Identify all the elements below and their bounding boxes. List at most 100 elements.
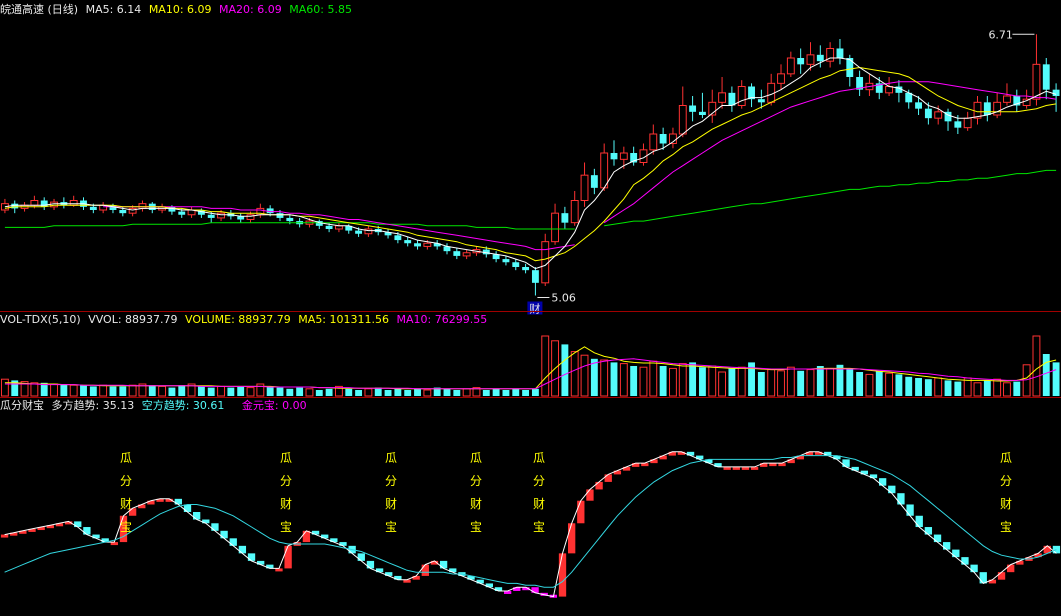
- volume-bar: [689, 362, 697, 396]
- candle-up: [678, 105, 687, 135]
- candle-up: [551, 212, 559, 243]
- volume-bar: [394, 388, 402, 396]
- candle-up: [649, 133, 658, 151]
- volume-bar: [512, 388, 520, 396]
- volume-bar: [915, 378, 922, 396]
- volume-bar: [718, 371, 727, 397]
- low-price-label: 5.06: [551, 292, 576, 305]
- candle-down: [561, 213, 569, 223]
- volume-bar: [659, 366, 667, 396]
- indicator-bar: [192, 512, 201, 520]
- indicator-bar: [888, 485, 896, 494]
- gua-fen-cai-bao-char: 瓜: [1000, 451, 1012, 465]
- candle-down: [816, 54, 824, 62]
- indicator-title: 瓜分财宝: [0, 399, 44, 412]
- gua-fen-cai-bao-char: 财: [385, 497, 397, 511]
- candle-down: [590, 175, 598, 188]
- candle-down: [119, 210, 127, 214]
- volume-bar: [669, 367, 677, 397]
- gua-fen-cai-bao-char: 分: [533, 474, 545, 488]
- gua-fen-cai-bao-char: 宝: [1000, 520, 1012, 534]
- volume-bar: [315, 390, 323, 396]
- gua-fen-cai-bao-char: 瓜: [280, 451, 292, 465]
- gua-fen-cai-bao-char: 瓜: [533, 451, 545, 465]
- indicator-bar: [906, 504, 914, 516]
- indicator-bar: [933, 534, 942, 543]
- indicator-bar: [997, 572, 1006, 580]
- candle-down: [915, 102, 922, 109]
- gua-fen-cai-bao-char: 瓜: [470, 451, 482, 465]
- volume-bar: [698, 367, 706, 396]
- indicator-bar: [842, 459, 850, 467]
- gua-fen-cai-bao-char: 宝: [120, 520, 132, 534]
- gua-fen-cai-bao-char: 分: [470, 474, 482, 488]
- candle-down: [924, 108, 932, 119]
- candle-up: [993, 101, 1002, 116]
- candle-down: [512, 262, 520, 267]
- volume-bar: [286, 388, 294, 396]
- candle-up: [963, 117, 972, 129]
- indicator-bar: [970, 564, 978, 573]
- gua-fen-cai-bao-char: 财: [280, 497, 292, 511]
- indicator-signal-line: [4, 455, 1057, 588]
- candle-up: [423, 242, 432, 247]
- indicator-bar: [531, 587, 539, 593]
- volume-bar: [639, 366, 648, 397]
- ma20-price-legend: MA20: 6.09: [219, 3, 282, 16]
- volume-bar: [492, 388, 500, 396]
- candle-up: [541, 241, 550, 284]
- volume-bar: [462, 388, 471, 397]
- volume-bar: [1032, 335, 1041, 397]
- candle-down: [522, 267, 530, 271]
- volume-bar: [355, 390, 363, 396]
- candle-up: [737, 86, 746, 106]
- candle-down: [404, 240, 412, 244]
- volume-bar: [207, 387, 215, 396]
- volume-bar: [1042, 354, 1050, 396]
- candle-up: [600, 152, 609, 189]
- volume-bar: [276, 387, 284, 396]
- ma60-line: [604, 169, 1057, 227]
- candle-up: [806, 54, 815, 65]
- indicator-bar: [604, 474, 612, 482]
- volume-bar: [580, 354, 589, 397]
- volume-bar: [522, 390, 530, 396]
- volume-bar: [99, 384, 108, 397]
- candle-up: [580, 174, 589, 202]
- indicator-bar: [366, 560, 375, 569]
- indicator-bar: [924, 527, 933, 535]
- volume-bar: [924, 379, 932, 396]
- indicator-bar: [284, 545, 292, 569]
- volume-bar: [305, 388, 314, 397]
- volume-bar: [934, 377, 943, 397]
- indicator-bar: [220, 530, 228, 539]
- volume-bar: [767, 369, 776, 397]
- indicator-bar: [595, 481, 603, 490]
- volume-bar: [384, 390, 392, 396]
- candle-down: [1042, 64, 1050, 90]
- candle-down: [89, 206, 97, 210]
- volume-bar: [875, 370, 883, 396]
- high-price-label: 6.71: [988, 28, 1013, 41]
- indicator-bar: [943, 542, 951, 550]
- gua-fen-cai-bao-char: 财: [533, 497, 545, 511]
- volume-bar: [364, 388, 373, 397]
- candle-up: [30, 200, 39, 206]
- price-volume-separator: [0, 311, 1061, 312]
- candle-up: [1032, 63, 1041, 100]
- volume-bar: [600, 359, 609, 397]
- candle-down: [286, 217, 294, 222]
- volume-bar: [89, 386, 97, 396]
- candle-down: [453, 251, 461, 256]
- indicator-bar: [439, 560, 448, 569]
- candle-up: [619, 152, 628, 160]
- volume-bar: [1003, 382, 1011, 397]
- gua-fen-cai-bao-char: 宝: [280, 520, 292, 534]
- volume-bar: [60, 384, 68, 396]
- gua-fen-cai-bao-char: 分: [280, 474, 292, 488]
- indicator-bar: [1007, 564, 1015, 573]
- stock-chart-canvas[interactable]: 6.715.06财瓜分财宝瓜分财宝瓜分财宝瓜分财宝瓜分财宝瓜分财宝: [0, 0, 1061, 616]
- volume-bar: [846, 368, 854, 396]
- gua-fen-cai-bao-char: 瓜: [120, 451, 132, 465]
- candle-down: [983, 102, 991, 115]
